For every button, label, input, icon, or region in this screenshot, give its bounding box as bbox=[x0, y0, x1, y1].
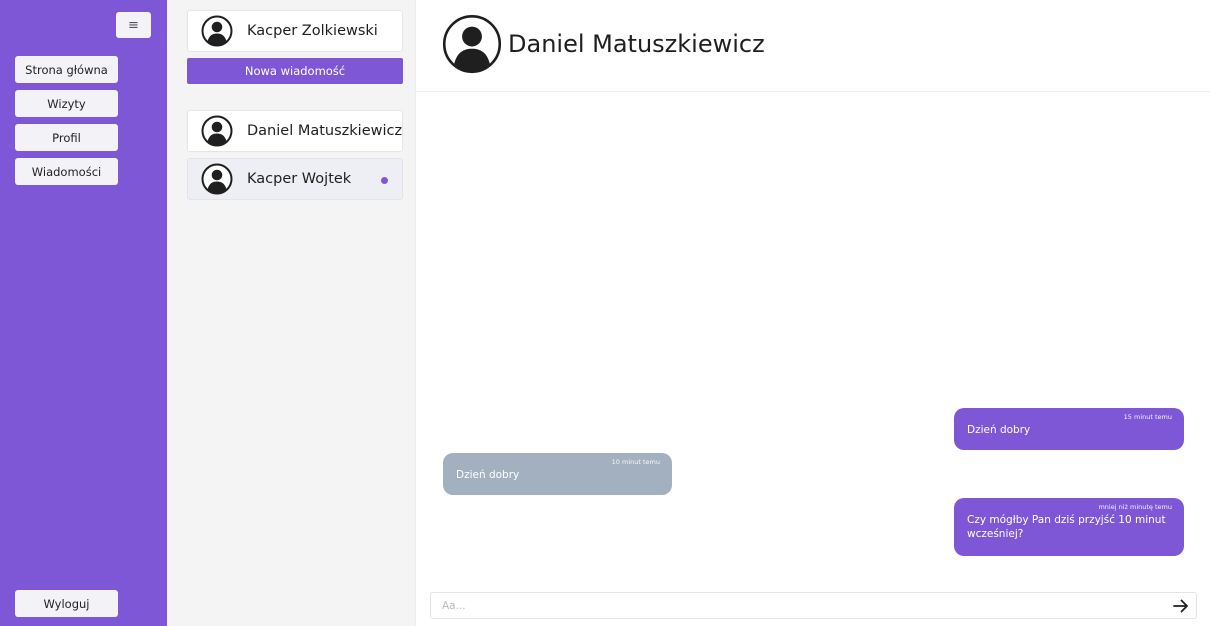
hamburger-icon: ≡ bbox=[128, 17, 139, 33]
chat-panel: Daniel Matuszkiewicz 15 minut temu Dzień… bbox=[416, 0, 1210, 626]
new-message-button[interactable]: Nowa wiadomość bbox=[187, 58, 403, 84]
conversation-item-kacper[interactable]: Kacper Wojtek bbox=[187, 158, 403, 200]
sidebar: ≡ Strona główna Wizyty Profil Wiadomości… bbox=[0, 0, 167, 626]
arrow-right-icon bbox=[1173, 599, 1188, 613]
nav-messages-button[interactable]: Wiadomości bbox=[15, 158, 118, 185]
message-composer bbox=[430, 592, 1197, 619]
message-outgoing: 15 minut temu Dzień dobry bbox=[954, 408, 1184, 450]
chat-header: Daniel Matuszkiewicz bbox=[416, 0, 1210, 92]
message-outgoing: mniej niż minutę temu Czy mógłby Pan dzi… bbox=[954, 498, 1184, 556]
message-time: 10 minut temu bbox=[611, 458, 660, 466]
conversation-item-name: Daniel Matuszkiewicz bbox=[247, 123, 403, 139]
send-button[interactable] bbox=[1170, 595, 1192, 617]
user-avatar-icon bbox=[201, 115, 233, 147]
message-text: Dzień dobry bbox=[456, 469, 520, 481]
nav-home-button[interactable]: Strona główna bbox=[15, 56, 118, 83]
message-time: mniej niż minutę temu bbox=[1098, 503, 1172, 511]
message-text: Dzień dobry bbox=[967, 424, 1031, 436]
current-user-card: Kacper Zolkiewski bbox=[187, 10, 403, 52]
chat-title: Daniel Matuszkiewicz bbox=[508, 30, 765, 58]
menu-toggle-button[interactable]: ≡ bbox=[116, 12, 151, 38]
user-avatar-icon bbox=[201, 163, 233, 195]
message-input[interactable] bbox=[431, 593, 1166, 618]
conversation-item-name: Kacper Wojtek bbox=[247, 171, 352, 187]
conversation-panel: Kacper Zolkiewski Nowa wiadomość Daniel … bbox=[167, 0, 416, 626]
nav-profile-button[interactable]: Profil bbox=[15, 124, 118, 151]
conversation-item-daniel[interactable]: Daniel Matuszkiewicz bbox=[187, 110, 403, 152]
message-text: Czy mógłby Pan dziś przyjść 10 minut wcz… bbox=[967, 514, 1166, 540]
message-incoming: 10 minut temu Dzień dobry bbox=[443, 453, 672, 495]
message-time: 15 minut temu bbox=[1123, 413, 1172, 421]
user-avatar-icon bbox=[442, 14, 502, 74]
current-user-name: Kacper Zolkiewski bbox=[247, 23, 378, 39]
unread-indicator bbox=[381, 177, 388, 184]
nav-visits-button[interactable]: Wizyty bbox=[15, 90, 118, 117]
logout-button[interactable]: Wyloguj bbox=[15, 590, 118, 617]
user-avatar-icon bbox=[201, 15, 233, 47]
